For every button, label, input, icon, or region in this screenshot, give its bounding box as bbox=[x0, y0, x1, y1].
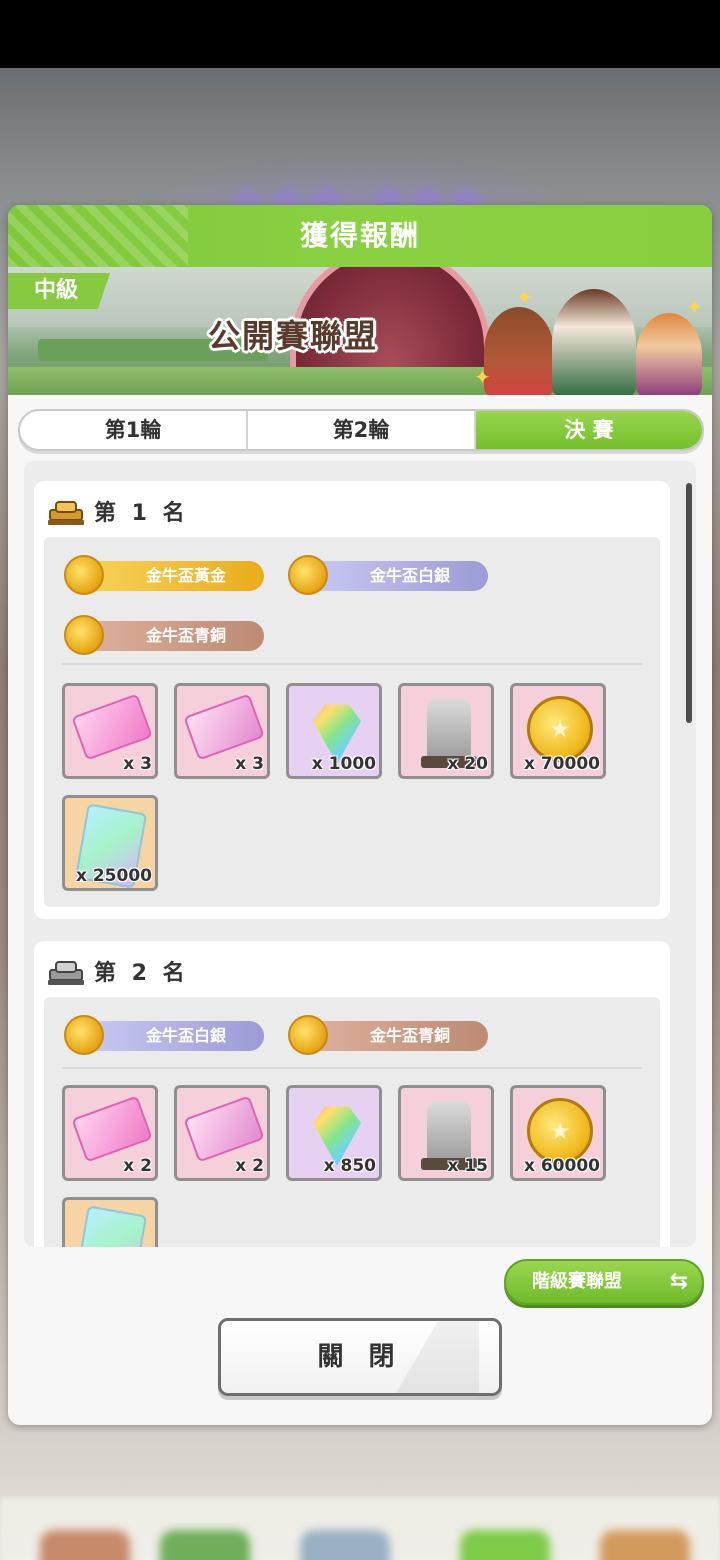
statue-icon bbox=[421, 698, 477, 768]
dialog-title: 獲得報酬 bbox=[299, 219, 420, 252]
reward-item[interactable]: x 3 bbox=[174, 683, 270, 779]
badge-label: 金牛盃白銀 bbox=[308, 561, 488, 591]
item-quantity: x 70000 bbox=[523, 754, 600, 774]
close-button[interactable]: 關 閉 bbox=[218, 1318, 502, 1396]
item-quantity: x 25000 bbox=[75, 866, 152, 886]
league-name: 公開賽聯盟 bbox=[208, 317, 379, 355]
reward-item[interactable]: x 850 bbox=[286, 1085, 382, 1181]
reward-item[interactable]: x 3 bbox=[62, 683, 158, 779]
divider bbox=[62, 663, 642, 665]
horseshoe-medal-icon bbox=[64, 615, 104, 655]
ticket-icon bbox=[183, 1095, 265, 1163]
rank-header: 第 2 名 bbox=[46, 955, 189, 987]
reward-item[interactable]: x 70000 bbox=[510, 683, 606, 779]
item-quantity: x 3 bbox=[123, 754, 152, 774]
reward-dialog: 獲得報酬 中級 公開賽聯盟 ✦ ✦ ✦ 第1輪 第2輪 決 賽 第 1 名 金牛… bbox=[8, 205, 712, 1425]
item-quantity: x 2 bbox=[235, 1156, 264, 1176]
item-quantity: x 3 bbox=[235, 754, 264, 774]
round-tabs: 第1輪 第2輪 決 賽 bbox=[18, 409, 704, 451]
badge-label: 金牛盃白銀 bbox=[84, 1021, 264, 1051]
reward-item[interactable]: x 2 bbox=[62, 1085, 158, 1181]
swap-arrows-icon: ⇆ bbox=[669, 1269, 688, 1294]
title-badges: 金牛盃白銀 金牛盃青銅 bbox=[64, 1015, 664, 1075]
title-badges: 金牛盃黃金 金牛盃白銀 金牛盃青銅 bbox=[64, 555, 664, 675]
rank-header: 第 1 名 bbox=[46, 495, 189, 527]
title-badge-gold[interactable]: 金牛盃黃金 bbox=[64, 555, 264, 595]
title-badge-bronze[interactable]: 金牛盃青銅 bbox=[64, 615, 264, 655]
horseshoe-medal-icon bbox=[288, 1015, 328, 1055]
reward-item[interactable]: x 1000 bbox=[286, 683, 382, 779]
tab-round-2[interactable]: 第2輪 bbox=[248, 411, 476, 449]
coin-icon bbox=[527, 1098, 593, 1164]
league-switch-label: 階級賽聯盟 bbox=[532, 1271, 622, 1292]
dialog-header: 獲得報酬 bbox=[8, 205, 712, 267]
rank-card-2: 第 2 名 金牛盃白銀 金牛盃青銅 x 2 x 2 x 850 x 15 ★ x… bbox=[34, 941, 670, 1247]
nav-blob bbox=[160, 1530, 250, 1560]
card-icon bbox=[74, 1205, 148, 1247]
rank-rewards-box: 金牛盃黃金 金牛盃白銀 金牛盃青銅 x 3 x 3 x 1000 x 20 ★ … bbox=[44, 537, 660, 907]
ticket-icon bbox=[183, 693, 265, 761]
item-quantity: x 1000 bbox=[311, 754, 376, 774]
badge-label: 金牛盃青銅 bbox=[308, 1021, 488, 1051]
rank-label: 第 2 名 bbox=[94, 961, 189, 986]
item-quantity: x 20 bbox=[447, 754, 488, 774]
nav-blob bbox=[40, 1530, 130, 1560]
badge-label: 金牛盃青銅 bbox=[84, 621, 264, 651]
item-quantity: x 850 bbox=[323, 1156, 376, 1176]
sparkle-icon: ✦ bbox=[474, 365, 491, 389]
tab-final[interactable]: 決 賽 bbox=[476, 411, 702, 449]
reward-item[interactable]: x 15 bbox=[398, 1085, 494, 1181]
title-badge-bronze[interactable]: 金牛盃青銅 bbox=[288, 1015, 488, 1055]
character-center bbox=[552, 289, 636, 395]
reward-list[interactable]: 第 1 名 金牛盃黃金 金牛盃白銀 金牛盃青銅 x 3 x 3 x 1000 x… bbox=[24, 461, 696, 1247]
rank-label: 第 1 名 bbox=[94, 501, 189, 526]
sparkle-icon: ✦ bbox=[686, 295, 703, 319]
title-badge-silver[interactable]: 金牛盃白銀 bbox=[64, 1015, 264, 1055]
horseshoe-medal-icon bbox=[64, 555, 104, 595]
horseshoe-medal-icon bbox=[288, 555, 328, 595]
coin-icon bbox=[527, 696, 593, 762]
sparkle-icon: ✦ bbox=[516, 285, 533, 309]
nav-blob bbox=[460, 1530, 550, 1560]
reward-item[interactable]: x 25000 bbox=[62, 795, 158, 891]
reward-items: x 2 x 2 x 850 x 15 ★ x 60000 bbox=[62, 1085, 652, 1247]
title-badge-silver[interactable]: 金牛盃白銀 bbox=[288, 555, 488, 595]
item-quantity: x 2 bbox=[123, 1156, 152, 1176]
rank-card-1: 第 1 名 金牛盃黃金 金牛盃白銀 金牛盃青銅 x 3 x 3 x 1000 x… bbox=[34, 481, 670, 919]
badge-label: 金牛盃黃金 bbox=[84, 561, 264, 591]
reward-item[interactable] bbox=[62, 1197, 158, 1247]
status-bar bbox=[0, 0, 720, 68]
level-tag: 中級 bbox=[8, 273, 110, 309]
item-quantity: x 60000 bbox=[523, 1156, 600, 1176]
ticket-icon bbox=[71, 1095, 153, 1163]
rank-rewards-box: 金牛盃白銀 金牛盃青銅 x 2 x 2 x 850 x 15 ★ x 60000 bbox=[44, 997, 660, 1247]
item-quantity: x 15 bbox=[447, 1156, 488, 1176]
trophy-gold-icon bbox=[46, 496, 86, 526]
nav-blob bbox=[600, 1530, 690, 1560]
character-left bbox=[484, 307, 554, 395]
league-banner: 中級 公開賽聯盟 ✦ ✦ ✦ bbox=[8, 267, 712, 395]
reward-item[interactable]: x 60000 bbox=[510, 1085, 606, 1181]
reward-item[interactable]: x 20 bbox=[398, 683, 494, 779]
tab-round-1[interactable]: 第1輪 bbox=[20, 411, 248, 449]
league-switch-button[interactable]: 階級賽聯盟 ⇆ bbox=[504, 1259, 704, 1305]
trophy-silver-icon bbox=[46, 956, 86, 986]
horseshoe-medal-icon bbox=[64, 1015, 104, 1055]
ticket-icon bbox=[71, 693, 153, 761]
divider bbox=[62, 1067, 642, 1069]
character-right bbox=[636, 313, 702, 395]
reward-items: x 3 x 3 x 1000 x 20 ★ x 70000 x 25000 bbox=[62, 683, 652, 907]
character-group: ✦ ✦ ✦ bbox=[474, 285, 712, 395]
bottom-nav-blurred bbox=[0, 1498, 720, 1560]
scrollbar[interactable] bbox=[686, 483, 692, 723]
reward-item[interactable]: x 2 bbox=[174, 1085, 270, 1181]
statue-icon bbox=[421, 1100, 477, 1170]
nav-blob bbox=[300, 1530, 390, 1560]
